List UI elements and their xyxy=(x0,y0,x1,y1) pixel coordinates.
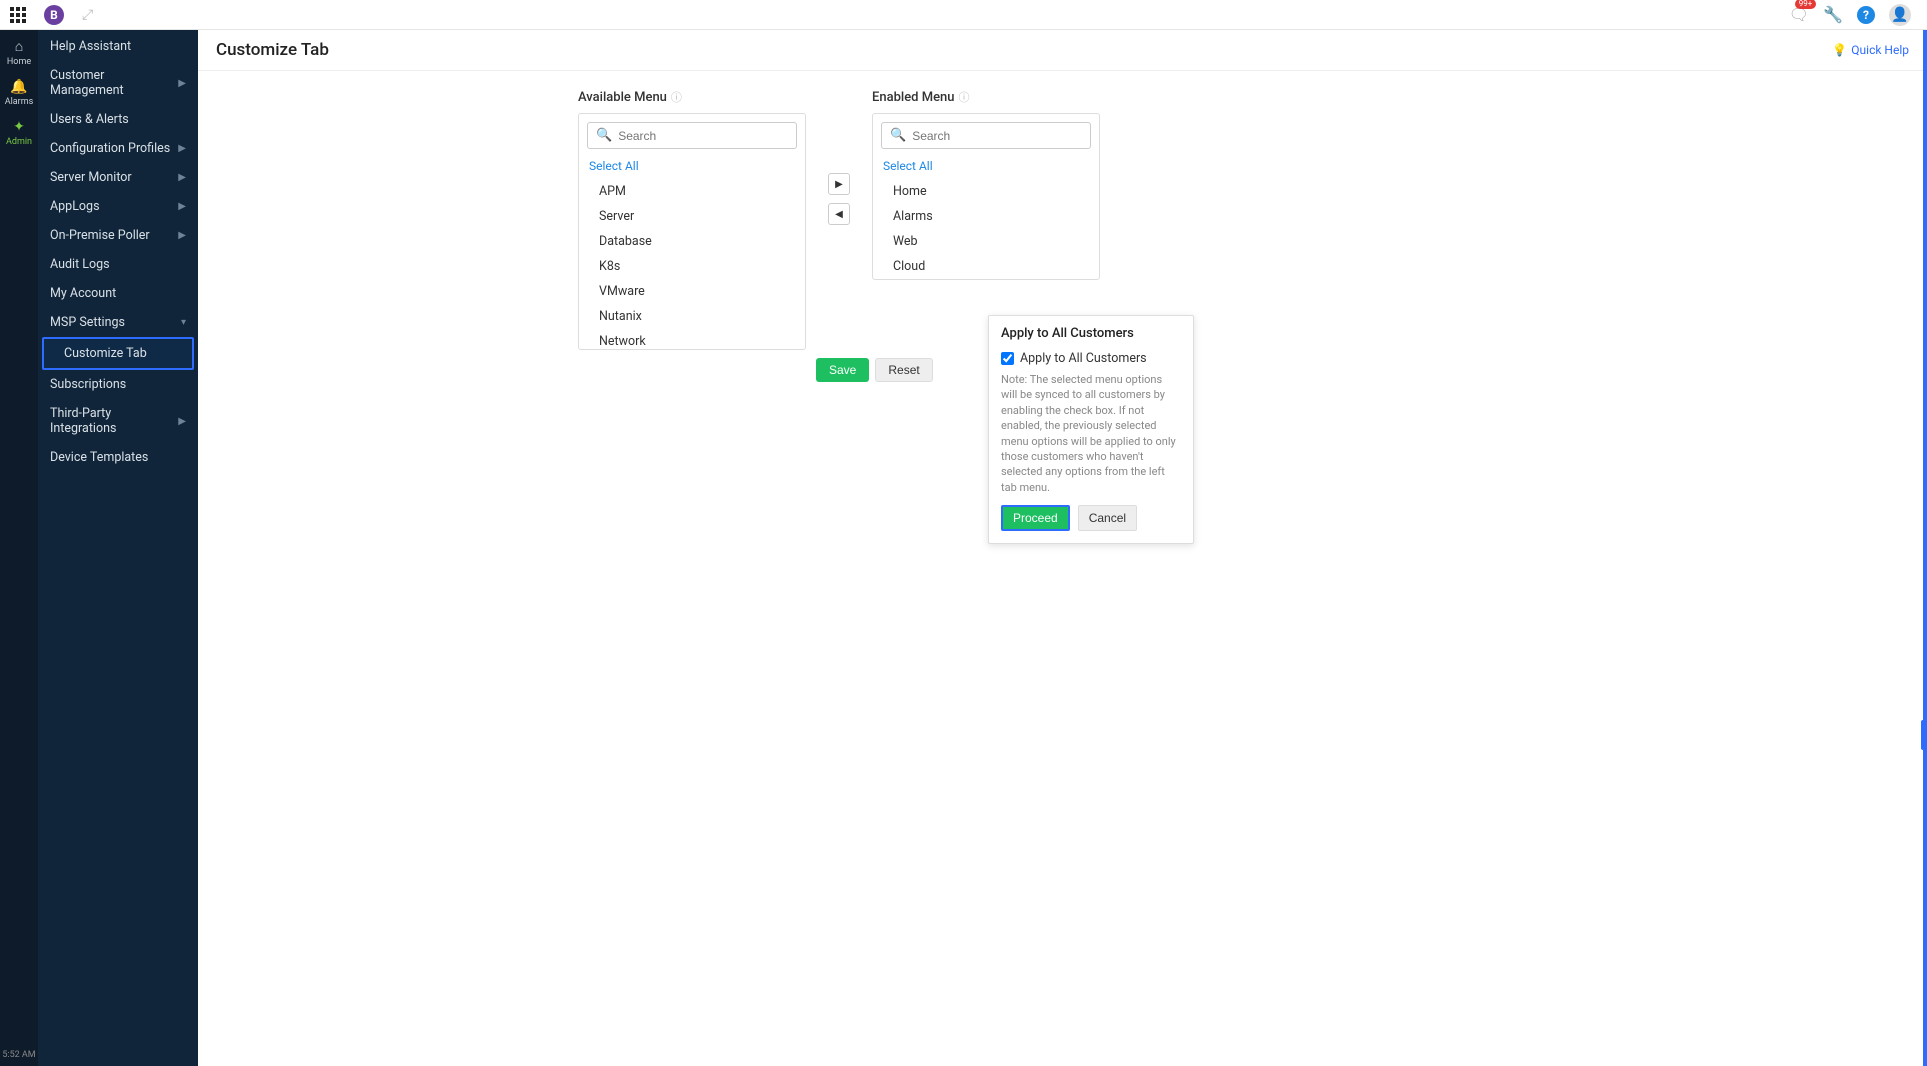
available-search[interactable]: 🔍 xyxy=(587,122,797,149)
brand-logo[interactable]: B xyxy=(44,5,64,25)
quick-help-link[interactable]: 💡 Quick Help xyxy=(1832,43,1909,57)
menu-item[interactable]: APM xyxy=(579,179,805,204)
sidebar-item-audit-logs[interactable]: Audit Logs xyxy=(38,250,198,279)
expand-icon[interactable]: ⤢ xyxy=(82,7,93,23)
right-edge-indicator xyxy=(1923,30,1927,1066)
search-icon: 🔍 xyxy=(596,128,612,143)
scroll-thumb[interactable] xyxy=(1921,720,1927,750)
home-icon: ⌂ xyxy=(15,38,23,55)
sidebar-item-third-party-integrations[interactable]: Third-Party Integrations▶ xyxy=(38,399,198,443)
menu-item[interactable]: Web xyxy=(873,229,1099,254)
form-actions: Save Reset xyxy=(816,358,1927,382)
page-header: Customize Tab 💡 Quick Help xyxy=(198,30,1927,71)
info-icon[interactable]: ⓘ xyxy=(959,89,970,105)
popover-note: Note: The selected menu options will be … xyxy=(1001,372,1181,495)
cancel-button[interactable]: Cancel xyxy=(1078,505,1137,531)
available-search-input[interactable] xyxy=(618,129,788,143)
apply-all-checkbox-row[interactable]: Apply to All Customers xyxy=(1001,351,1181,366)
clock-display: 5:52 AM xyxy=(2,1050,35,1066)
menu-item[interactable]: Cloud xyxy=(873,254,1099,279)
move-right-button[interactable]: ▶ xyxy=(828,173,850,195)
apply-all-checkbox[interactable] xyxy=(1001,352,1014,365)
rail-alarms[interactable]: 🔔 Alarms xyxy=(5,79,34,107)
move-left-button[interactable]: ◀ xyxy=(828,203,850,225)
enabled-search-input[interactable] xyxy=(912,129,1082,143)
menu-item[interactable]: Home xyxy=(873,179,1099,204)
chevron-down-icon: ▾ xyxy=(181,317,186,328)
save-button[interactable]: Save xyxy=(816,358,869,382)
enabled-search[interactable]: 🔍 xyxy=(881,122,1091,149)
menu-item[interactable]: Server xyxy=(579,204,805,229)
apply-all-checkbox-label: Apply to All Customers xyxy=(1020,351,1147,366)
reset-button[interactable]: Reset xyxy=(875,358,932,382)
enabled-menu-title: Enabled Menu ⓘ xyxy=(872,89,1100,105)
rail-home[interactable]: ⌂ Home xyxy=(7,38,31,67)
sidebar-item-msp-settings[interactable]: MSP Settings▾ xyxy=(38,308,198,337)
nav-rail: ⌂ Home 🔔 Alarms ✦ Admin 5:52 AM xyxy=(0,30,38,1066)
menu-item[interactable]: Alarms xyxy=(873,204,1099,229)
sidebar-item-configuration-profiles[interactable]: Configuration Profiles▶ xyxy=(38,134,198,163)
gear-icon: ✦ xyxy=(13,119,25,135)
rail-item-label: Home xyxy=(7,57,31,67)
menu-item[interactable]: K8s xyxy=(579,254,805,279)
wrench-icon[interactable]: 🔧 xyxy=(1823,5,1843,24)
rail-item-label: Alarms xyxy=(5,97,34,107)
search-icon: 🔍 xyxy=(890,128,906,143)
rail-admin[interactable]: ✦ Admin xyxy=(6,119,32,147)
main: Customize Tab 💡 Quick Help Available Men… xyxy=(198,30,1927,1066)
chevron-right-icon: ▶ xyxy=(178,78,186,89)
chevron-right-icon: ▶ xyxy=(178,416,186,427)
available-menu-column: Available Menu ⓘ 🔍 Select All APM Server… xyxy=(578,89,806,350)
enabled-select-all[interactable]: Select All xyxy=(873,157,1099,179)
popover-title: Apply to All Customers xyxy=(1001,326,1181,341)
transfer-buttons: ▶ ◀ xyxy=(828,173,850,225)
sidebar-item-help-assistant[interactable]: Help Assistant xyxy=(38,32,198,61)
menu-item[interactable]: Nutanix xyxy=(579,304,805,329)
sidebar-item-server-monitor[interactable]: Server Monitor▶ xyxy=(38,163,198,192)
page-title: Customize Tab xyxy=(216,40,329,60)
chevron-right-icon: ▶ xyxy=(178,143,186,154)
sidebar-item-subscriptions[interactable]: Subscriptions xyxy=(38,370,198,399)
menu-item[interactable]: Database xyxy=(579,229,805,254)
chevron-right-icon: ▶ xyxy=(178,172,186,183)
sidebar-item-users-alerts[interactable]: Users & Alerts xyxy=(38,105,198,134)
menu-item[interactable]: Network xyxy=(579,329,805,349)
rail-item-label: Admin xyxy=(6,137,32,147)
help-icon[interactable]: ? xyxy=(1857,6,1875,24)
sidebar-item-customer-management[interactable]: Customer Management▶ xyxy=(38,61,198,105)
chevron-right-icon: ▶ xyxy=(178,201,186,212)
available-menu-title: Available Menu ⓘ xyxy=(578,89,806,105)
avatar[interactable]: 👤 xyxy=(1889,4,1911,26)
sidebar-item-applogs[interactable]: AppLogs▶ xyxy=(38,192,198,221)
apps-icon[interactable] xyxy=(10,7,26,23)
sidebar-item-device-templates[interactable]: Device Templates xyxy=(38,443,198,472)
sidebar: Help Assistant Customer Management▶ User… xyxy=(38,30,198,1066)
info-icon[interactable]: ⓘ xyxy=(671,89,682,105)
lightbulb-icon: 💡 xyxy=(1832,43,1847,57)
sidebar-item-my-account[interactable]: My Account xyxy=(38,279,198,308)
chevron-right-icon: ▶ xyxy=(178,230,186,241)
topbar: B ⤢ 🗨 99+ 🔧 ? 👤 xyxy=(0,0,1927,30)
available-menu-list: APM Server Database K8s VMware Nutanix N… xyxy=(579,179,805,349)
menu-item[interactable]: VMware xyxy=(579,279,805,304)
notifications-icon[interactable]: 🗨 99+ xyxy=(1789,5,1809,24)
proceed-button[interactable]: Proceed xyxy=(1001,505,1070,531)
sidebar-item-customize-tab[interactable]: Customize Tab xyxy=(42,337,194,370)
available-select-all[interactable]: Select All xyxy=(579,157,805,179)
enabled-menu-list: Home Alarms Web Cloud xyxy=(873,179,1099,279)
bell-icon: 🔔 xyxy=(10,79,27,95)
apply-all-popover: Apply to All Customers Apply to All Cust… xyxy=(988,315,1194,544)
enabled-menu-column: Enabled Menu ⓘ 🔍 Select All Home Alarms … xyxy=(872,89,1100,280)
sidebar-item-on-premise-poller[interactable]: On-Premise Poller▶ xyxy=(38,221,198,250)
